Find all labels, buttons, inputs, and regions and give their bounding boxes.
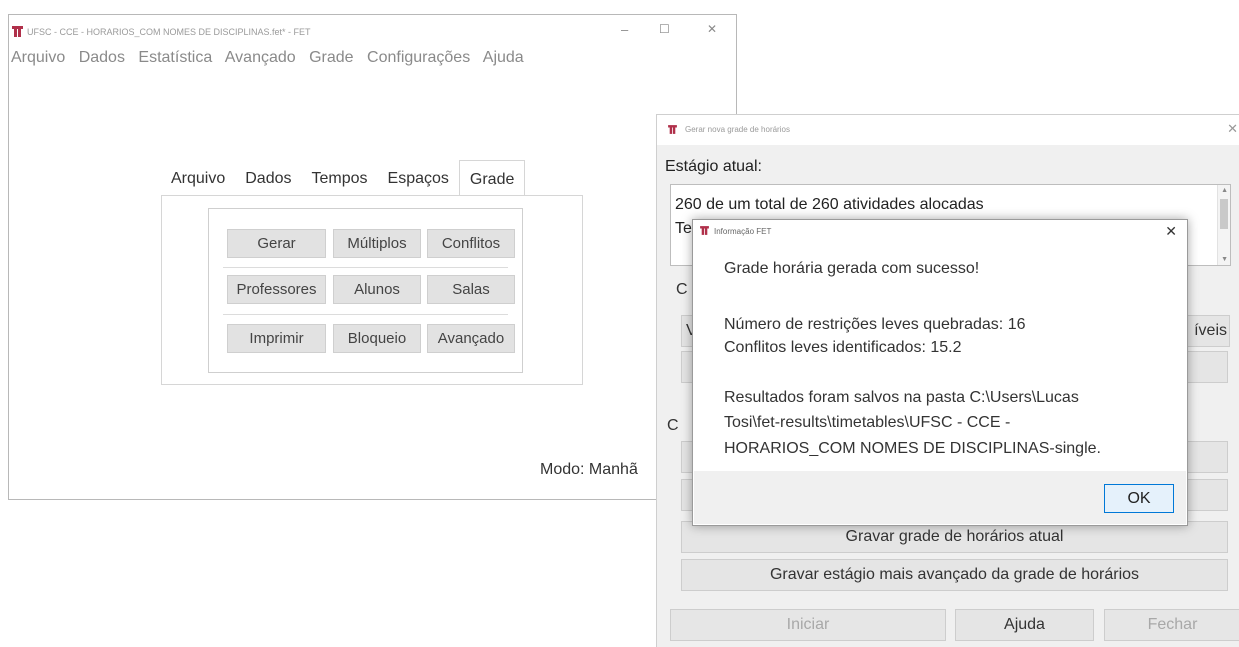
partial-section-label: C xyxy=(676,281,688,298)
start-button[interactable]: Iniciar xyxy=(670,609,946,641)
multiplos-button[interactable]: Múltiplos xyxy=(333,229,421,258)
fet-app-icon xyxy=(700,226,709,235)
close-icon[interactable]: ✕ xyxy=(1165,223,1177,240)
stage-progress-text: 260 de um total de 260 atividades alocad… xyxy=(675,196,984,213)
info-dialog-titlebar: Informação FET ✕ xyxy=(693,220,1187,244)
status-mode-label: Modo: Manhã xyxy=(540,461,638,478)
results-path-line1: Resultados foram salvos na pasta C:\User… xyxy=(724,389,1079,406)
grade-button-group: Gerar Múltiplos Conflitos Professores Al… xyxy=(208,208,523,373)
fet-app-icon xyxy=(668,125,677,134)
bloqueio-button[interactable]: Bloqueio xyxy=(333,324,421,353)
tab-grade-content: Gerar Múltiplos Conflitos Professores Al… xyxy=(161,195,583,385)
minimize-icon[interactable]: – xyxy=(621,22,628,37)
gerar-button[interactable]: Gerar xyxy=(227,229,326,258)
close-icon[interactable]: ✕ xyxy=(707,22,717,36)
broken-soft-constraints-text: Número de restrições leves quebradas: 16 xyxy=(724,316,1026,333)
menu-configuracoes[interactable]: Configurações xyxy=(367,49,470,66)
success-message: Grade horária gerada com sucesso! xyxy=(724,260,980,277)
grade-separator xyxy=(223,314,508,315)
menu-ajuda[interactable]: Ajuda xyxy=(483,49,524,66)
partial-button-right-label: íveis xyxy=(1194,322,1227,339)
generate-dialog-title: Gerar nova grade de horários xyxy=(685,125,790,134)
soft-conflicts-text: Conflitos leves identificados: 15.2 xyxy=(724,339,962,356)
results-path-line2: Tosi\fet-results\timetables\UFSC - CCE - xyxy=(724,414,1011,431)
stage-label: Estágio atual: xyxy=(665,158,762,175)
tab-grade[interactable]: Grade xyxy=(458,160,526,197)
menu-estatistica[interactable]: Estatística xyxy=(138,49,212,66)
menu-dados[interactable]: Dados xyxy=(79,49,125,66)
conflitos-button[interactable]: Conflitos xyxy=(427,229,515,258)
info-dialog: Informação FET ✕ Grade horária gerada co… xyxy=(692,219,1188,526)
salas-button[interactable]: Salas xyxy=(427,275,515,304)
main-window-title: UFSC - CCE - HORARIOS_COM NOMES DE DISCI… xyxy=(27,27,311,37)
scroll-down-icon[interactable]: ▼ xyxy=(1221,256,1228,263)
professores-button[interactable]: Professores xyxy=(227,275,326,304)
tab-dados[interactable]: Dados xyxy=(235,160,301,196)
info-dialog-footer: OK xyxy=(694,471,1186,524)
imprimir-button[interactable]: Imprimir xyxy=(227,324,326,353)
scroll-up-icon[interactable]: ▲ xyxy=(1221,187,1228,194)
help-button[interactable]: Ajuda xyxy=(955,609,1094,641)
grade-separator xyxy=(223,267,508,268)
maximize-icon[interactable]: ☐ xyxy=(659,22,670,36)
partial-section-label-2: C xyxy=(667,417,679,434)
close-button[interactable]: Fechar xyxy=(1104,609,1239,641)
menu-arquivo[interactable]: Arquivo xyxy=(11,49,65,66)
tab-strip: Arquivo Dados Tempos Espaços Grade xyxy=(161,160,526,197)
alunos-button[interactable]: Alunos xyxy=(333,275,421,304)
main-tab-panel: Arquivo Dados Tempos Espaços Grade Gerar… xyxy=(161,160,583,385)
stage-partial-text: Te xyxy=(675,220,692,237)
menu-grade[interactable]: Grade xyxy=(309,49,353,66)
main-titlebar: UFSC - CCE - HORARIOS_COM NOMES DE DISCI… xyxy=(9,15,736,45)
tab-tempos[interactable]: Tempos xyxy=(302,160,378,196)
generate-dialog-titlebar: Gerar nova grade de horários ✕ xyxy=(657,115,1239,145)
fet-app-icon xyxy=(12,26,23,37)
ok-button[interactable]: OK xyxy=(1104,484,1174,513)
menu-avancado[interactable]: Avançado xyxy=(225,49,296,66)
stage-scrollbar[interactable]: ▲ ▼ xyxy=(1217,185,1230,265)
main-window: UFSC - CCE - HORARIOS_COM NOMES DE DISCI… xyxy=(8,14,737,500)
scrollbar-thumb[interactable] xyxy=(1220,199,1228,229)
menu-bar: Arquivo Dados Estatística Avançado Grade… xyxy=(11,49,533,67)
info-dialog-title: Informação FET xyxy=(714,227,772,236)
avancado-button[interactable]: Avançado xyxy=(427,324,515,353)
close-icon[interactable]: ✕ xyxy=(1227,121,1238,137)
tab-arquivo[interactable]: Arquivo xyxy=(161,160,235,196)
tab-espacos[interactable]: Espaços xyxy=(378,160,459,196)
results-path-line3: HORARIOS_COM NOMES DE DISCIPLINAS-single… xyxy=(724,440,1101,457)
save-highest-stage-timetable-button[interactable]: Gravar estágio mais avançado da grade de… xyxy=(681,559,1228,591)
